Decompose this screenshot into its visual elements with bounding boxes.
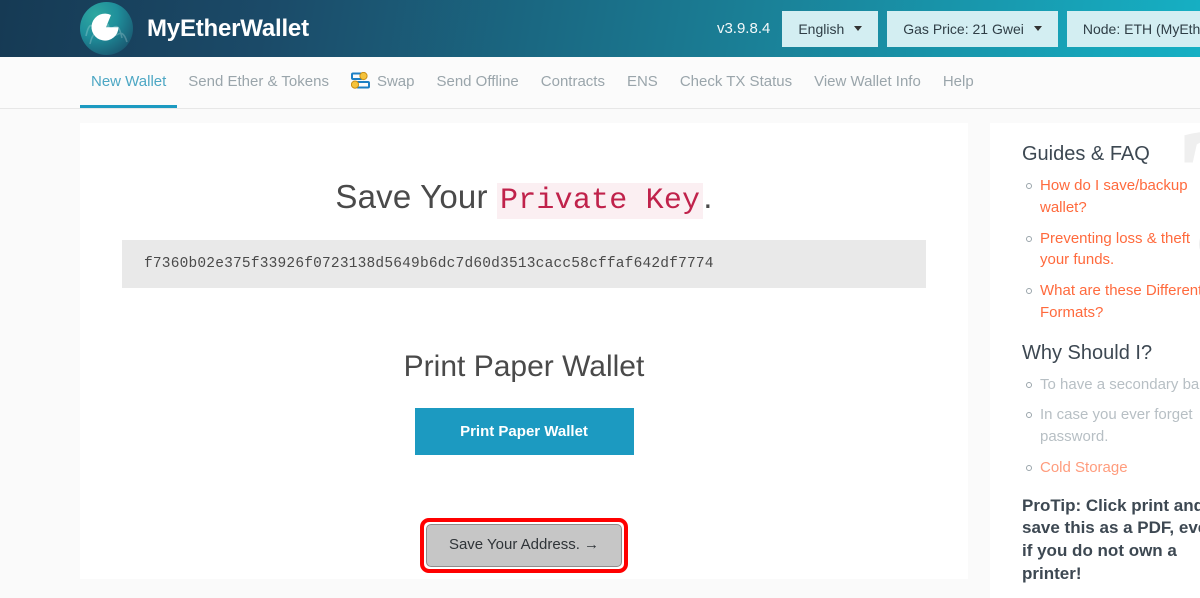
nav-label: Contracts [540, 72, 605, 90]
nav-label: Send Offline [436, 72, 519, 90]
nav-label: Help [942, 72, 974, 90]
nav-label: Send Ether & Tokens [188, 72, 329, 90]
guides-faq-list: How do I save/backup wallet? Preventing … [1022, 175, 1200, 324]
app-header: MyEtherWallet v3.9.8.4 English Gas Price… [0, 0, 1200, 57]
nav-item-contracts[interactable]: Contracts [530, 57, 616, 108]
nav-label: Check TX Status [679, 72, 793, 90]
save-address-area: Save Your Address. → [100, 518, 948, 573]
why-should-i-list: To have a secondary ba In case you ever … [1022, 374, 1200, 479]
page-title-highlight: Private Key [497, 183, 704, 219]
list-item-cold-storage[interactable]: Cold Storage [1026, 457, 1200, 479]
chevron-down-icon [854, 26, 863, 31]
version-label: v3.9.8.4 [716, 20, 771, 37]
nav-item-ens[interactable]: ENS [616, 57, 669, 108]
nav-item-view-wallet-info[interactable]: View Wallet Info [803, 57, 932, 108]
nav-item-check-tx-status[interactable]: Check TX Status [669, 57, 803, 108]
nav-label: New Wallet [91, 72, 167, 90]
list-item[interactable]: How do I save/backup wallet? [1026, 175, 1200, 219]
language-label: English [798, 20, 845, 37]
brand: MyEtherWallet [80, 2, 309, 55]
print-paper-wallet-button[interactable]: Print Paper Wallet [414, 408, 634, 455]
content-layout: Save Your Private Key. f7360b02e375f3392… [0, 123, 1200, 598]
help-sidebar: ? Guides & FAQ How do I save/backup wall… [990, 123, 1200, 598]
node-label: Node: ETH (MyEtherW [1082, 20, 1200, 37]
nav-label: View Wallet Info [814, 72, 921, 90]
header-controls: v3.9.8.4 English Gas Price: 21 Gwei Node… [717, 0, 1200, 57]
nav-label: ENS [626, 72, 658, 90]
main-navigation: New Wallet Send Ether & Tokens Swap Send… [0, 57, 1200, 109]
gas-price-dropdown[interactable]: Gas Price: 21 Gwei [887, 10, 1058, 47]
page-title: Save Your Private Key. [100, 178, 948, 219]
nav-item-help[interactable]: Help [932, 57, 985, 108]
main-panel: Save Your Private Key. f7360b02e375f3392… [80, 123, 968, 579]
nav-label: Swap [376, 72, 415, 90]
language-dropdown[interactable]: English [782, 10, 879, 47]
print-paper-wallet-heading: Print Paper Wallet [403, 350, 645, 383]
list-item: In case you ever forget password. [1026, 404, 1200, 448]
protip-text: ProTip: Click print and save this as a P… [1022, 495, 1200, 584]
nav-item-send-ether-tokens[interactable]: Send Ether & Tokens [177, 57, 340, 108]
mew-logo-icon [80, 2, 133, 55]
page-title-suffix: . [703, 178, 713, 215]
nav-item-swap[interactable]: Swap [340, 57, 426, 108]
save-your-address-button[interactable]: Save Your Address. → [425, 524, 623, 567]
list-item[interactable]: Preventing loss & theft your funds. [1026, 228, 1200, 272]
list-item[interactable]: What are these Different Formats? [1026, 280, 1200, 324]
gas-price-label: Gas Price: 21 Gwei [903, 20, 1024, 37]
brand-name: MyEtherWallet [147, 14, 309, 42]
private-key-display[interactable]: f7360b02e375f33926f0723138d5649b6dc7d60d… [122, 240, 926, 288]
guides-faq-heading: Guides & FAQ [1022, 143, 1150, 165]
why-should-i-heading: Why Should I? [1022, 341, 1153, 364]
list-item: To have a secondary ba [1026, 374, 1200, 396]
page-title-prefix: Save Your [335, 178, 498, 215]
nav-item-send-offline[interactable]: Send Offline [425, 57, 529, 108]
node-dropdown[interactable]: Node: ETH (MyEtherW [1066, 10, 1200, 47]
nav-item-new-wallet[interactable]: New Wallet [80, 57, 178, 108]
save-address-highlight: Save Your Address. → [419, 518, 629, 573]
page-body: Save Your Private Key. f7360b02e375f3392… [0, 109, 1200, 598]
chevron-down-icon [1033, 26, 1042, 31]
swap-icon [350, 72, 371, 90]
